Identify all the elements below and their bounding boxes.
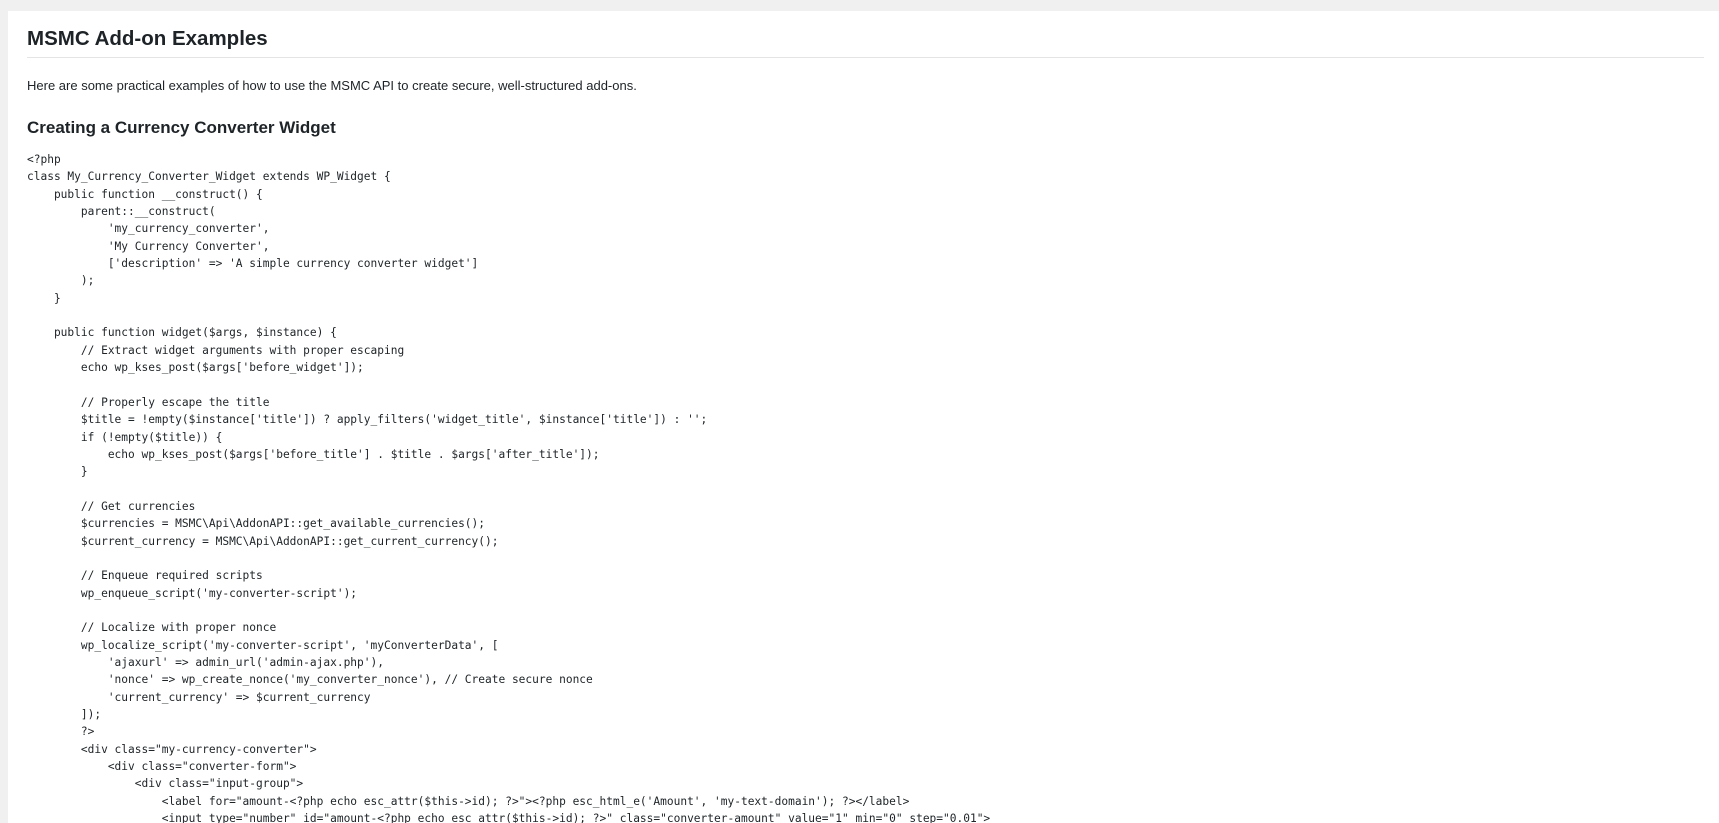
code-line: <input type="number" id="amount-<?php ec… [27, 812, 991, 823]
page-title: MSMC Add-on Examples [27, 27, 268, 50]
code-line: ​ [27, 550, 990, 567]
code-line: public function widget($args, $instance)… [27, 326, 337, 340]
code-line: wp_localize_script('my-converter-script'… [27, 638, 499, 652]
code-line: <label for="amount-<?php echo esc_attr($… [27, 794, 910, 808]
code-line: ['description' => 'A simple currency con… [27, 257, 479, 271]
code-line: <div class="converter-form"> [27, 760, 297, 774]
code-line: // Localize with proper nonce [27, 621, 277, 635]
code-line: ​ [27, 376, 990, 393]
section-title: Creating a Currency Converter Widget [27, 118, 336, 137]
code-line: <div class="my-currency-converter"> [27, 742, 317, 756]
code-line: ]); [27, 708, 102, 721]
code-line: echo wp_kses_post($args['before_title'] … [27, 447, 600, 461]
code-line: wp_enqueue_script('my-converter-script')… [27, 586, 358, 600]
code-line: $title = !empty($instance['title']) ? ap… [27, 413, 708, 427]
code-line: 'current_currency' => $current_currency [27, 690, 371, 704]
code-line: public function __construct() { [27, 187, 263, 201]
code-line: <?php [27, 153, 61, 166]
code-line: class My_Currency_Converter_Widget exten… [27, 170, 391, 184]
code-line: <div class="input-group"> [27, 777, 304, 791]
code-line: echo wp_kses_post($args['before_widget']… [27, 361, 364, 375]
intro-text: Here are some practical examples of how … [27, 78, 637, 93]
title-divider [27, 57, 1704, 58]
code-line: // Properly escape the title [27, 395, 270, 409]
code-line: $currencies = MSMC\Api\AddonAPI::get_ava… [27, 517, 486, 531]
admin-content-panel: MSMC Add-on Examples Here are some pract… [8, 11, 1719, 823]
code-line: 'nonce' => wp_create_nonce('my_converter… [27, 673, 593, 687]
code-line: ); [27, 274, 95, 288]
code-line: 'My Currency Converter', [27, 239, 270, 253]
code-line: } [27, 465, 88, 479]
code-line: // Enqueue required scripts [27, 569, 263, 583]
code-line: if (!empty($title)) { [27, 430, 223, 444]
code-line: // Get currencies [27, 499, 196, 513]
code-line: 'ajaxurl' => admin_url('admin-ajax.php')… [27, 655, 384, 669]
code-line: ​ [27, 307, 990, 324]
code-line: parent::__construct( [27, 205, 216, 219]
code-line: 'my_currency_converter', [27, 222, 270, 236]
code-line: // Extract widget arguments with proper … [27, 343, 405, 357]
code-line: } [27, 291, 61, 305]
code-block: <?php class My_Currency_Converter_Widget … [27, 151, 990, 823]
code-line: ​ [27, 481, 990, 498]
code-line: ?> [27, 725, 95, 739]
code-line: $current_currency = MSMC\Api\AddonAPI::g… [27, 534, 499, 548]
code-line: ​ [27, 602, 990, 619]
